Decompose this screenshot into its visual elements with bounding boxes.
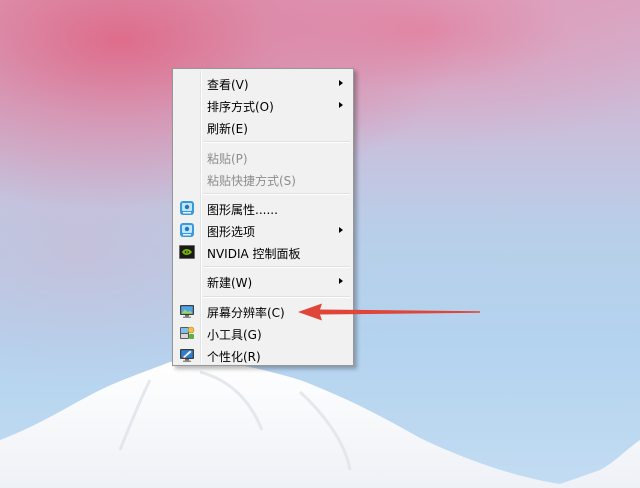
red-arrow-annotation xyxy=(298,303,480,321)
desktop-background[interactable]: 查看(V) 排序方式(O) 刷新(E) 粘贴(P) 粘贴快捷方式(S) 图形属性… xyxy=(0,0,640,488)
